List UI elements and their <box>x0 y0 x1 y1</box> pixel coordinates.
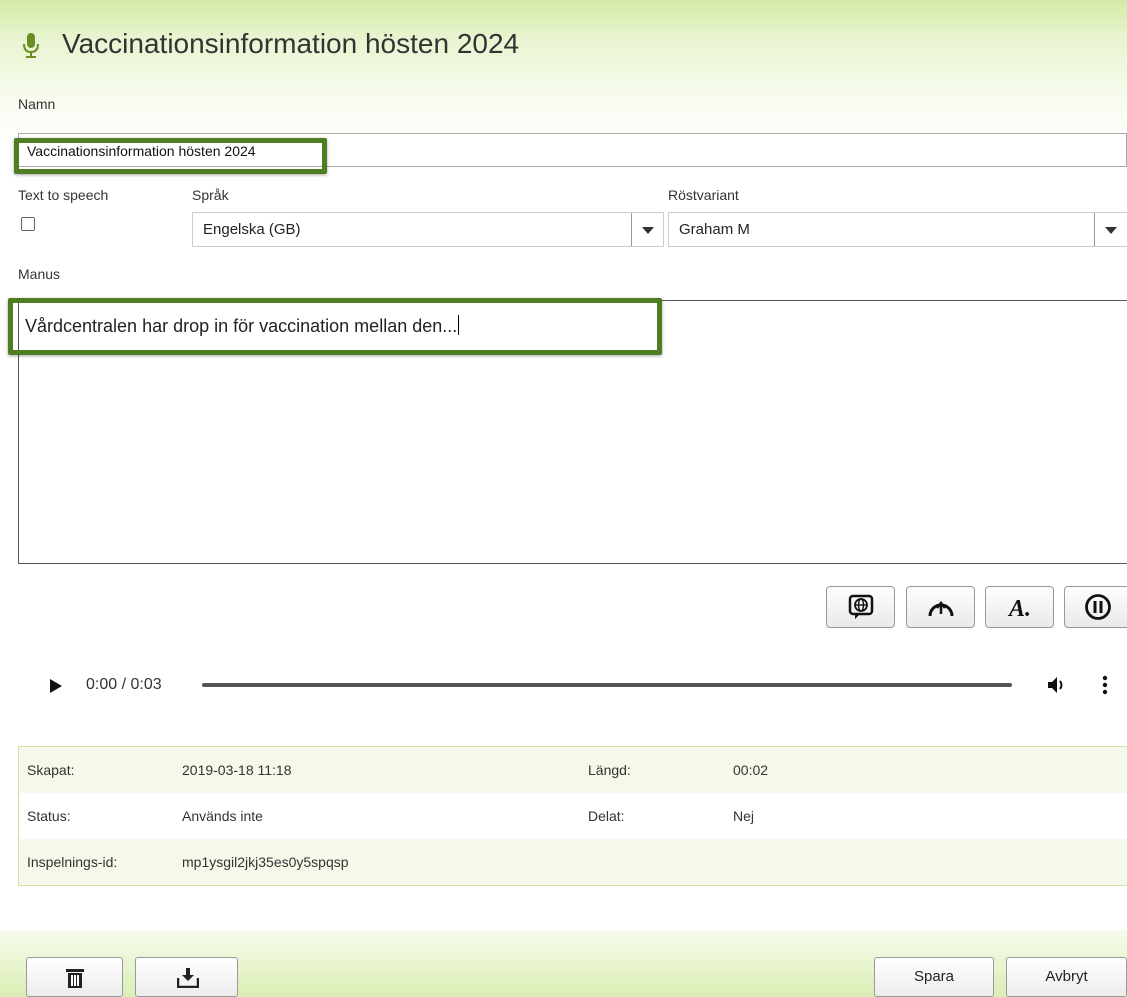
chevron-down-icon[interactable] <box>1094 213 1126 246</box>
footer-bar: Spara Avbryt <box>0 930 1127 997</box>
trash-icon <box>66 969 84 988</box>
info-row-recording-id: Inspelnings-id: mp1ysgil2jkj35es0y5spqsp <box>19 839 1127 885</box>
pause-tool-button[interactable] <box>1064 586 1127 628</box>
player-time: 0:00 / 0:03 <box>86 676 162 693</box>
player-progress-bar[interactable] <box>202 683 1012 687</box>
language-value: Engelska (GB) <box>203 221 301 238</box>
speed-tool-button[interactable] <box>906 586 975 628</box>
length-value: 00:02 <box>733 762 769 778</box>
recording-id-label: Inspelnings-id: <box>27 854 118 870</box>
shared-value: Nej <box>733 808 755 824</box>
status-value: Används inte <box>182 808 263 824</box>
letter-a-icon: A. <box>1007 596 1031 620</box>
length-label: Längd: <box>588 762 631 778</box>
name-label: Namn <box>18 96 56 112</box>
volume-icon[interactable] <box>1046 675 1070 695</box>
download-button[interactable] <box>135 957 238 997</box>
speedometer-icon <box>928 600 953 617</box>
cancel-button[interactable]: Avbryt <box>1006 957 1127 997</box>
download-icon <box>177 968 199 988</box>
audio-player: 0:00 / 0:03 <box>0 660 1127 710</box>
status-label: Status: <box>27 808 71 824</box>
script-label: Manus <box>18 266 61 282</box>
shared-label: Delat: <box>588 808 625 824</box>
save-button[interactable]: Spara <box>874 957 994 997</box>
play-icon[interactable] <box>49 679 63 693</box>
info-row-status: Status: Används inte Delat: Nej <box>19 793 1127 839</box>
tts-label: Text to speech <box>18 187 109 203</box>
microphone-icon <box>23 33 39 58</box>
voice-value: Graham M <box>679 221 750 238</box>
language-select[interactable]: Engelska (GB) <box>192 212 664 247</box>
chevron-down-icon[interactable] <box>631 213 663 246</box>
created-value: 2019-03-18 11:18 <box>182 762 292 778</box>
delete-button[interactable] <box>26 957 123 997</box>
emphasis-tool-button[interactable]: A. <box>985 586 1054 628</box>
info-row-created: Skapat: 2019-03-18 11:18 Längd: 00:02 <box>19 747 1127 793</box>
info-panel: Skapat: 2019-03-18 11:18 Längd: 00:02 St… <box>18 746 1127 886</box>
globe-speech-icon <box>848 594 873 619</box>
tts-checkbox[interactable] <box>21 217 35 231</box>
voice-label: Röstvariant <box>668 187 739 203</box>
voice-select[interactable]: Graham M <box>668 212 1127 247</box>
language-label: Språk <box>192 187 229 203</box>
page-title: Vaccinationsinformation hösten 2024 <box>62 28 520 59</box>
name-highlight-box <box>14 138 327 174</box>
script-highlight-box <box>8 298 662 355</box>
recording-id-value: mp1ysgil2jkj35es0y5spqsp <box>182 854 349 870</box>
pause-icon <box>1085 594 1111 620</box>
more-options-icon[interactable] <box>1101 674 1109 696</box>
page-header: Vaccinationsinformation hösten 2024 <box>0 0 1127 92</box>
svg-text:A.: A. <box>1007 596 1031 620</box>
language-tool-button[interactable] <box>826 586 895 628</box>
created-label: Skapat: <box>27 762 75 778</box>
